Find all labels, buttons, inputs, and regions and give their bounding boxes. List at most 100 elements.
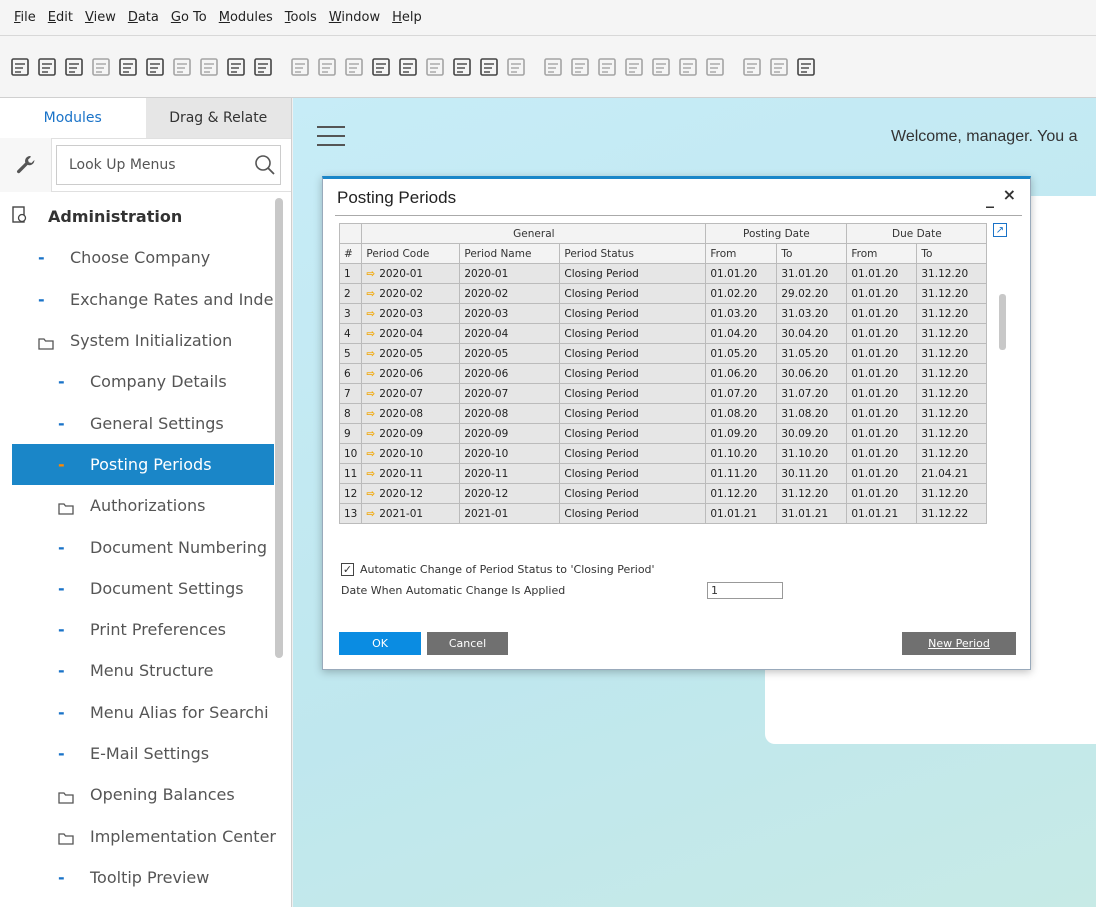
base-document-icon[interactable]: [541, 55, 564, 78]
sidebar-item-document-settings[interactable]: - Document Settings: [0, 568, 291, 609]
close-icon[interactable]: ×: [1003, 185, 1016, 204]
table-cell[interactable]: 01.01.20: [846, 263, 918, 284]
table-cell[interactable]: Closing Period: [559, 283, 707, 304]
link-arrow-icon[interactable]: ⇨: [366, 288, 375, 300]
table-cell[interactable]: 31.03.20: [776, 303, 848, 324]
table-cell[interactable]: 3: [338, 303, 363, 324]
table-row[interactable]: 9 ⇨ 2020-09 2020-09 Closing Period 01.09.20 30…: [338, 423, 988, 444]
menu-edit[interactable]: Edit: [48, 10, 73, 25]
table-cell[interactable]: Closing Period: [559, 463, 707, 484]
table-cell[interactable]: 31.10.20: [776, 443, 848, 464]
table-cell[interactable]: Closing Period: [559, 403, 707, 424]
sidebar-item-implementation-center[interactable]: Implementation Center: [0, 815, 291, 856]
sidebar-item-posting-periods[interactable]: - Posting Periods: [12, 443, 274, 486]
payment-icon[interactable]: [676, 55, 699, 78]
table-cell[interactable]: 31.12.20: [916, 483, 988, 504]
email-icon[interactable]: [62, 55, 85, 78]
menu-go-to[interactable]: Go To: [171, 10, 207, 25]
table-cell[interactable]: Closing Period: [559, 343, 707, 364]
sms-icon[interactable]: [89, 55, 112, 78]
table-cell[interactable]: 01.10.20: [705, 443, 778, 464]
table-cell[interactable]: 01.01.20: [846, 403, 918, 424]
table-cell[interactable]: 2020-12: [459, 483, 561, 504]
sidebar-scrollbar[interactable]: [275, 198, 283, 658]
sidebar-item-print-preferences[interactable]: - Print Preferences: [0, 609, 291, 650]
filter-icon[interactable]: [477, 55, 500, 78]
table-cell[interactable]: 31.12.20: [916, 423, 988, 444]
table-cell[interactable]: 01.01.21: [705, 503, 778, 524]
table-cell[interactable]: ⇨ 2020-03: [361, 303, 461, 324]
table-cell[interactable]: 2020-11: [459, 463, 561, 484]
table-cell[interactable]: 01.01.20: [846, 343, 918, 364]
menu-view[interactable]: View: [85, 10, 116, 25]
table-row[interactable]: 10 ⇨ 2020-10 2020-10 Closing Period 01.10.20 3…: [338, 443, 988, 464]
table-row[interactable]: 2 ⇨ 2020-02 2020-02 Closing Period 01.02.20 29…: [338, 283, 988, 304]
link-arrow-icon[interactable]: ⇨: [366, 428, 375, 440]
first-record-icon[interactable]: [342, 55, 365, 78]
table-cell[interactable]: 1: [338, 263, 363, 284]
menu-data[interactable]: Data: [128, 10, 159, 25]
link-arrow-icon[interactable]: ⇨: [366, 448, 375, 460]
table-cell[interactable]: 31.08.20: [776, 403, 848, 424]
table-cell[interactable]: 01.01.20: [846, 323, 918, 344]
table-cell[interactable]: 01.01.20: [705, 263, 778, 284]
sidebar-item-menu-alias-for-searchi[interactable]: - Menu Alias for Searchi: [0, 692, 291, 733]
link-arrow-icon[interactable]: ⇨: [366, 388, 375, 400]
table-cell[interactable]: 11: [338, 463, 363, 484]
form-settings-icon[interactable]: [740, 55, 763, 78]
table-cell[interactable]: ⇨ 2020-02: [361, 283, 461, 304]
link-arrow-icon[interactable]: ⇨: [366, 408, 375, 420]
cancel-button[interactable]: Cancel: [427, 632, 508, 655]
table-cell[interactable]: ⇨ 2020-07: [361, 383, 461, 404]
table-cell[interactable]: 31.12.20: [916, 383, 988, 404]
table-cell[interactable]: 01.12.20: [705, 483, 778, 504]
table-row[interactable]: 6 ⇨ 2020-06 2020-06 Closing Period 01.06.20 30…: [338, 363, 988, 384]
user-defined-icon[interactable]: [794, 55, 817, 78]
find-icon[interactable]: [288, 55, 311, 78]
excel-icon[interactable]: [143, 55, 166, 78]
table-cell[interactable]: 01.09.20: [705, 423, 778, 444]
link-arrow-icon[interactable]: ⇨: [366, 348, 375, 360]
table-cell[interactable]: 30.09.20: [776, 423, 848, 444]
menu-modules[interactable]: Modules: [219, 10, 273, 25]
table-cell[interactable]: 31.12.20: [916, 443, 988, 464]
table-cell[interactable]: 29.02.20: [776, 283, 848, 304]
table-cell[interactable]: 2020-06: [459, 363, 561, 384]
table-cell[interactable]: 31.12.20: [916, 323, 988, 344]
table-cell[interactable]: 31.12.20: [916, 263, 988, 284]
table-cell[interactable]: 31.01.21: [776, 503, 848, 524]
table-cell[interactable]: 01.01.20: [846, 363, 918, 384]
table-cell[interactable]: 2020-05: [459, 343, 561, 364]
table-cell[interactable]: 01.06.20: [705, 363, 778, 384]
search-icon[interactable]: [250, 154, 280, 176]
table-cell[interactable]: 30.06.20: [776, 363, 848, 384]
column-header[interactable]: Period Status: [559, 243, 707, 264]
table-cell[interactable]: 30.11.20: [776, 463, 848, 484]
menu-window[interactable]: Window: [329, 10, 380, 25]
layout-icon[interactable]: [595, 55, 618, 78]
sidebar-item-exchange-rates-and-inde[interactable]: - Exchange Rates and Inde: [0, 279, 291, 320]
link-arrow-icon[interactable]: ⇨: [366, 308, 375, 320]
table-cell[interactable]: 2: [338, 283, 363, 304]
table-cell[interactable]: Closing Period: [559, 443, 707, 464]
table-cell[interactable]: Closing Period: [559, 483, 707, 504]
lookup-menus-input[interactable]: Look Up Menus: [56, 145, 281, 185]
minimize-icon[interactable]: _: [986, 189, 994, 208]
table-cell[interactable]: 01.01.20: [846, 483, 918, 504]
lock-screen-icon[interactable]: [251, 55, 274, 78]
table-cell[interactable]: 01.01.20: [846, 463, 918, 484]
fax-icon[interactable]: [116, 55, 139, 78]
table-cell[interactable]: 2020-03: [459, 303, 561, 324]
table-cell[interactable]: Closing Period: [559, 503, 707, 524]
print-icon[interactable]: [35, 55, 58, 78]
table-cell[interactable]: 01.03.20: [705, 303, 778, 324]
table-cell[interactable]: 01.01.20: [846, 303, 918, 324]
column-header[interactable]: #: [338, 243, 363, 264]
table-cell[interactable]: 31.12.20: [916, 403, 988, 424]
table-cell[interactable]: 2020-01: [459, 263, 561, 284]
table-row[interactable]: 7 ⇨ 2020-07 2020-07 Closing Period 01.07.20 31…: [338, 383, 988, 404]
table-row[interactable]: 8 ⇨ 2020-08 2020-08 Closing Period 01.08.20 31…: [338, 403, 988, 424]
word-icon[interactable]: [170, 55, 193, 78]
table-cell[interactable]: 8: [338, 403, 363, 424]
move-icon[interactable]: [224, 55, 247, 78]
